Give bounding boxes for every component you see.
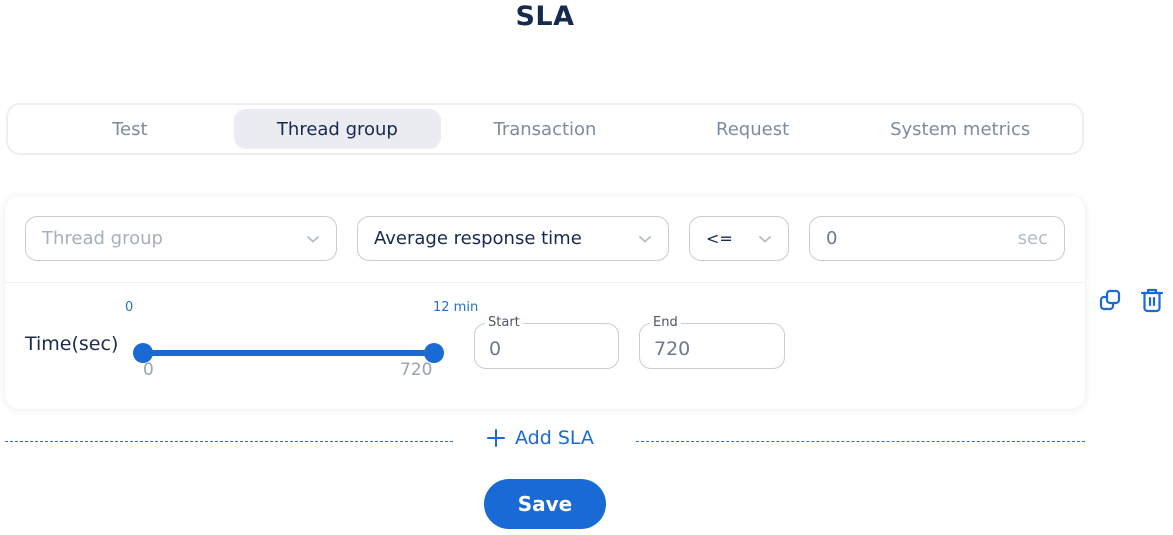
sla-rule-card: Thread group Average response time <= 0 … <box>5 196 1085 409</box>
category-tabs: Test Thread group Transaction Request Sy… <box>6 103 1084 155</box>
divider-left <box>5 441 453 442</box>
operator-select-value: <= <box>706 229 733 248</box>
start-field[interactable]: Start 0 <box>474 315 619 369</box>
slider-max-bottom-label: 720 <box>400 360 433 380</box>
slider-min-bottom-label: 0 <box>143 360 154 380</box>
page-title: SLA <box>515 1 575 32</box>
sla-condition-row: Thread group Average response time <= 0 … <box>5 196 1085 283</box>
save-button[interactable]: Save <box>484 479 606 529</box>
plus-icon <box>487 429 505 447</box>
time-range-label: Time(sec) <box>25 333 119 355</box>
time-range-row: 0 12 min Time(sec) 0 720 Start 0 End 720 <box>5 283 1085 408</box>
threshold-unit: sec <box>1017 228 1048 249</box>
thread-group-placeholder: Thread group <box>42 228 163 249</box>
start-field-label: Start <box>485 315 523 331</box>
slider-max-top-label: 12 min <box>433 300 479 315</box>
chevron-down-icon <box>758 232 772 246</box>
slider-track <box>143 350 434 356</box>
operator-select[interactable]: <= <box>689 216 789 261</box>
tab-test[interactable]: Test <box>26 109 234 149</box>
tab-request[interactable]: Request <box>649 109 857 149</box>
add-sla-row: Add SLA <box>5 425 1085 457</box>
tab-system-metrics[interactable]: System metrics <box>856 109 1064 149</box>
chevron-down-icon <box>306 232 320 246</box>
end-field-value: 720 <box>654 338 691 360</box>
add-sla-label: Add SLA <box>515 427 594 449</box>
time-range-slider[interactable] <box>133 343 444 363</box>
rule-actions <box>1098 287 1164 313</box>
duplicate-icon[interactable] <box>1098 287 1122 313</box>
trash-icon[interactable] <box>1140 287 1164 313</box>
metric-select[interactable]: Average response time <box>357 216 669 261</box>
end-field[interactable]: End 720 <box>639 315 785 369</box>
threshold-input[interactable]: 0 sec <box>809 216 1065 261</box>
tab-transaction[interactable]: Transaction <box>441 109 649 149</box>
divider-right <box>636 441 1085 442</box>
end-field-label: End <box>650 315 681 331</box>
start-field-value: 0 <box>489 338 502 360</box>
slider-min-top-label: 0 <box>125 300 134 315</box>
thread-group-select[interactable]: Thread group <box>25 216 337 261</box>
chevron-down-icon <box>638 232 652 246</box>
add-sla-button[interactable]: Add SLA <box>487 427 594 449</box>
threshold-value: 0 <box>826 228 838 249</box>
tab-thread-group[interactable]: Thread group <box>233 109 442 149</box>
metric-select-value: Average response time <box>374 228 582 249</box>
